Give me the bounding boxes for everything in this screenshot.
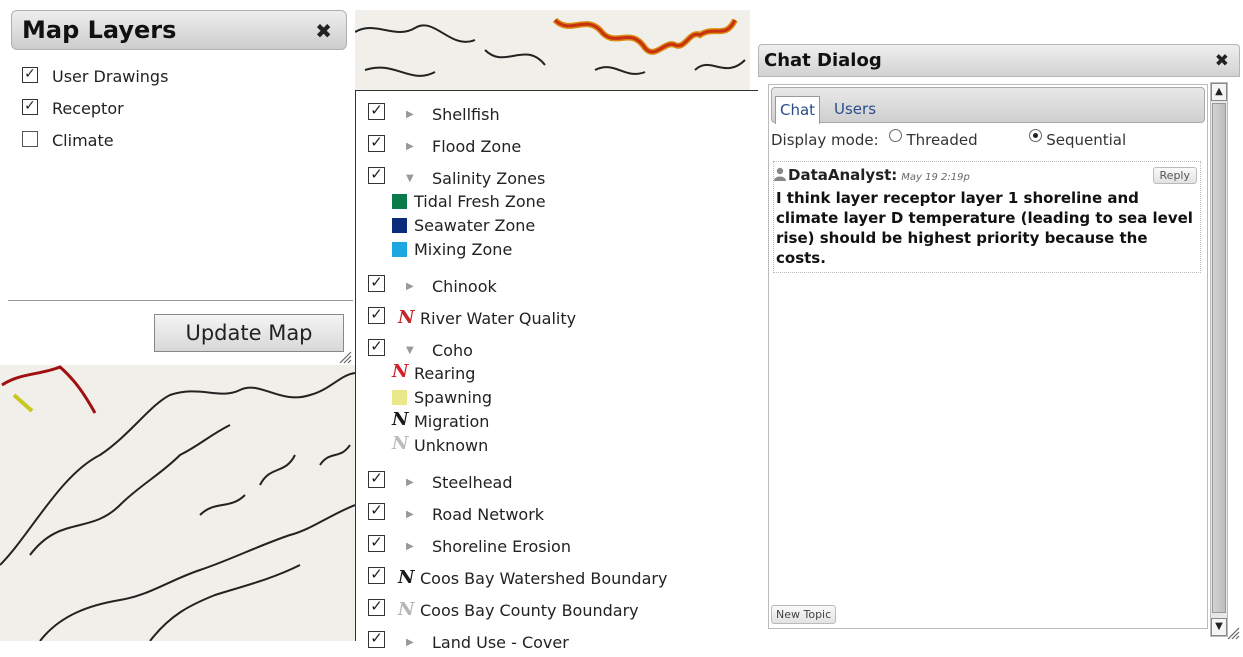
legend-label: Spawning (414, 388, 493, 407)
chat-body: Chat Users Display mode: Threaded Sequen… (768, 84, 1208, 629)
map-layers-title: Map Layers (22, 16, 177, 44)
layer-row-label: Road Network (432, 505, 545, 524)
resize-grip-icon[interactable] (338, 350, 352, 364)
layer-item-label: User Drawings (52, 67, 169, 86)
threaded-radio[interactable] (889, 129, 903, 142)
layer-row-label: Shellfish (432, 105, 500, 124)
checked-checkbox[interactable]: ✓ (368, 599, 385, 616)
collapsed-triangle-icon[interactable]: ▶ (406, 509, 414, 520)
checked-checkbox[interactable]: ✓ (368, 307, 385, 324)
checked-checkbox[interactable]: ✓ (22, 99, 38, 115)
map-view-top[interactable] (355, 10, 750, 90)
collapsed-triangle-icon[interactable]: ▶ (406, 541, 414, 552)
checked-checkbox[interactable]: ✓ (368, 339, 385, 356)
layer-row-label: Coos Bay Watershed Boundary (420, 569, 668, 588)
user-icon (774, 167, 786, 181)
resize-grip-icon[interactable] (1226, 626, 1240, 640)
close-icon[interactable]: ✖ (315, 19, 332, 43)
chat-dialog: Chat Dialog ✖ Chat Users Display mode: T… (758, 44, 1240, 641)
reply-button[interactable]: Reply (1152, 167, 1197, 184)
checked-checkbox[interactable]: ✓ (368, 535, 385, 552)
scroll-thumb[interactable] (1212, 103, 1226, 613)
layer-row-label: Shoreline Erosion (432, 537, 571, 556)
layer-item[interactable]: ✓ Receptor (22, 99, 124, 118)
chat-scrollbar[interactable]: ▲ ▼ (1210, 82, 1228, 637)
checked-checkbox[interactable]: ✓ (368, 567, 385, 584)
legend-label: Seawater Zone (414, 216, 536, 235)
map-view-bottom[interactable] (0, 365, 355, 641)
expanded-triangle-icon[interactable]: ▼ (406, 345, 414, 356)
checked-checkbox[interactable]: ✓ (22, 67, 38, 83)
tab-users[interactable]: Users (830, 96, 880, 124)
line-symbol-icon: N (392, 361, 409, 382)
legend-swatch (392, 194, 407, 209)
post-text: I think layer receptor layer 1 shoreline… (776, 189, 1193, 267)
layer-row-label: Coho (432, 341, 473, 360)
display-mode-label: Display mode: (771, 131, 879, 149)
legend-swatch (392, 218, 407, 233)
layer-item[interactable]: ✓ User Drawings (22, 67, 168, 86)
layer-item[interactable]: Climate (22, 131, 114, 150)
legend-label: Tidal Fresh Zone (414, 192, 546, 211)
line-symbol-icon: N (398, 599, 415, 620)
checked-checkbox[interactable]: ✓ (368, 167, 385, 184)
layer-row-label: River Water Quality (420, 309, 577, 328)
checked-checkbox[interactable]: ✓ (368, 631, 385, 648)
close-icon[interactable]: ✖ (1215, 51, 1229, 71)
legend-label: Rearing (414, 364, 476, 383)
update-map-button[interactable]: Update Map (154, 314, 344, 352)
map-rivers-bottom (0, 365, 355, 641)
scroll-down-icon[interactable]: ▼ (1211, 618, 1227, 636)
checked-checkbox[interactable]: ✓ (368, 135, 385, 152)
line-symbol-icon: N (392, 433, 409, 454)
new-topic-button[interactable]: New Topic (771, 605, 837, 624)
line-symbol-icon: N (398, 567, 415, 588)
collapsed-triangle-icon[interactable]: ▶ (406, 141, 414, 152)
collapsed-triangle-icon[interactable]: ▶ (406, 477, 414, 488)
unchecked-checkbox[interactable] (22, 131, 38, 147)
layer-list-panel: ✓ ▶ Shellfish ✓ ▶ Flood Zone ✓ ▼ Salinity Zones T… (355, 90, 760, 652)
checked-checkbox[interactable]: ✓ (368, 275, 385, 292)
checked-checkbox[interactable]: ✓ (368, 471, 385, 488)
display-mode-row: Display mode: Threaded Sequential (771, 129, 1127, 149)
legend-swatch (392, 242, 407, 257)
layer-row-label: Salinity Zones (432, 169, 546, 188)
map-layers-panel: Map Layers ✖ ✓ User Drawings ✓ Receptor Clim… (8, 10, 353, 365)
layer-row-label: Flood Zone (432, 137, 522, 156)
panel-divider (8, 300, 353, 301)
legend-label: Unknown (414, 436, 489, 455)
collapsed-triangle-icon[interactable]: ▶ (406, 637, 414, 648)
line-symbol-icon: N (392, 409, 409, 430)
map-rivers-top (355, 17, 746, 77)
post-header: DataAnalyst: May 19 2:19p (774, 166, 970, 184)
layer-row-label: Coos Bay County Boundary (420, 601, 639, 620)
threaded-label: Threaded (906, 131, 978, 149)
checked-checkbox[interactable]: ✓ (368, 503, 385, 520)
tab-chat[interactable]: Chat (775, 96, 821, 124)
map-layers-header[interactable]: Map Layers ✖ (11, 10, 347, 50)
sequential-label: Sequential (1046, 131, 1127, 149)
sequential-radio[interactable] (1029, 129, 1043, 142)
collapsed-triangle-icon[interactable]: ▶ (406, 281, 414, 292)
layer-item-label: Receptor (52, 99, 124, 118)
layer-row-label: Steelhead (432, 473, 513, 492)
legend-label: Mixing Zone (414, 240, 513, 259)
collapsed-triangle-icon[interactable]: ▶ (406, 109, 414, 120)
legend-label: Migration (414, 412, 490, 431)
layer-row-label: Land Use - Cover (432, 633, 569, 652)
chat-post: DataAnalyst: May 19 2:19p Reply I think l… (773, 161, 1201, 273)
chat-dialog-header[interactable]: Chat Dialog ✖ (758, 44, 1240, 77)
chat-tabs: Chat Users (771, 87, 1205, 124)
line-symbol-icon: N (398, 307, 415, 328)
checked-checkbox[interactable]: ✓ (368, 103, 385, 120)
scroll-up-icon[interactable]: ▲ (1211, 83, 1227, 101)
expanded-triangle-icon[interactable]: ▼ (406, 173, 414, 184)
post-author: DataAnalyst: (788, 166, 898, 184)
layer-row-label: Chinook (432, 277, 497, 296)
chat-dialog-title: Chat Dialog (764, 50, 882, 71)
layer-item-label: Climate (52, 131, 114, 150)
legend-swatch (392, 390, 407, 405)
post-time: May 19 2:19p (901, 172, 970, 183)
